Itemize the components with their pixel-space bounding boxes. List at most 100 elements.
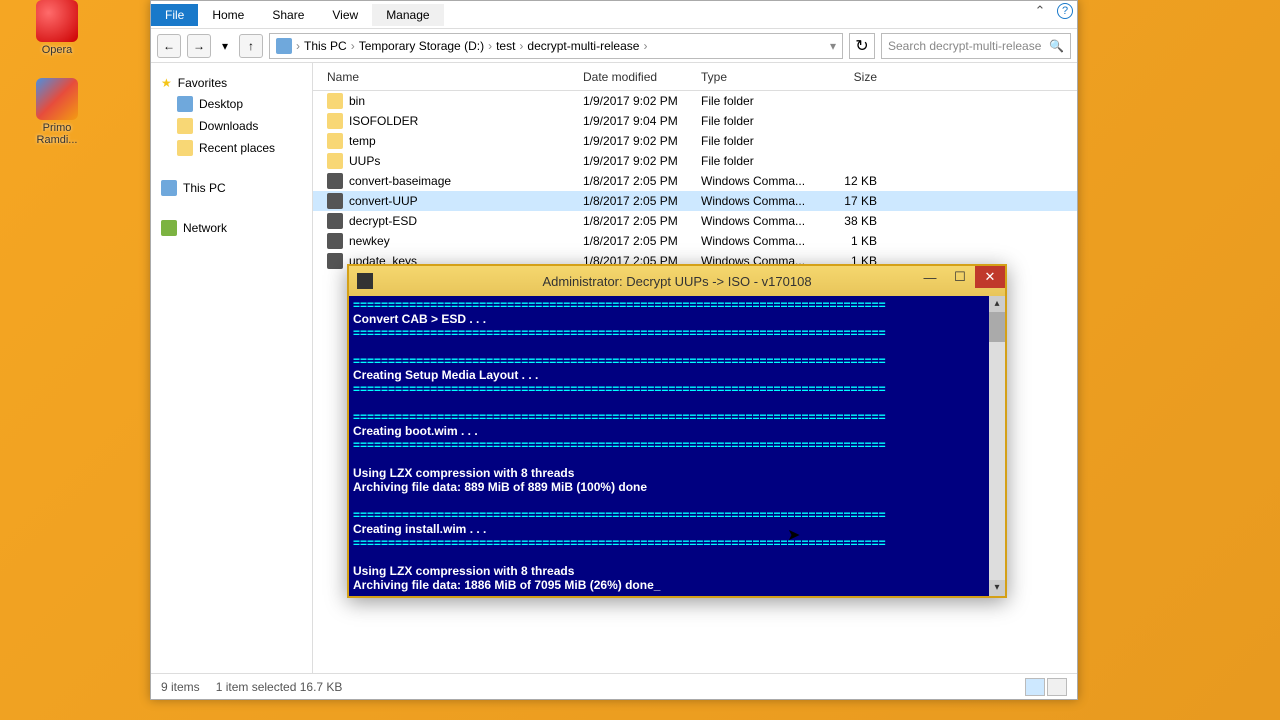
chevron-right-icon: › [296, 39, 300, 53]
breadcrumb-dropdown-icon[interactable]: ▾ [830, 39, 836, 53]
file-name: convert-UUP [349, 194, 418, 208]
back-button[interactable]: ← [157, 34, 181, 58]
ribbon-tabs: File Home Share View Manage ⌃ ? [151, 1, 1077, 29]
tab-share[interactable]: Share [258, 4, 318, 26]
nav-label: Recent places [199, 141, 275, 155]
cmd-body: ========================================… [349, 296, 1005, 596]
folder-icon [327, 113, 343, 129]
breadcrumb-item[interactable]: Temporary Storage (D:) [359, 39, 484, 53]
nav-desktop[interactable]: Desktop [151, 93, 312, 115]
cmd-file-icon [327, 233, 343, 249]
tab-file[interactable]: File [151, 4, 198, 26]
history-dropdown-icon[interactable]: ▾ [217, 34, 233, 58]
cmd-line: ========================================… [353, 298, 1001, 312]
breadcrumb-item[interactable]: This PC [304, 39, 347, 53]
cmd-icon [357, 273, 373, 289]
col-header-date[interactable]: Date modified [583, 70, 701, 84]
col-header-name[interactable]: Name [327, 70, 583, 84]
help-icon[interactable]: ? [1057, 3, 1073, 19]
desktop-icon-label: Opera [22, 44, 92, 56]
minimize-button[interactable]: — [915, 266, 945, 288]
file-row[interactable]: bin1/9/2017 9:02 PMFile folder [313, 91, 1077, 111]
folder-icon [327, 153, 343, 169]
search-input[interactable]: Search decrypt-multi-release 🔍 [881, 33, 1071, 59]
desktop-icon-primo[interactable]: Primo Ramdi... [22, 78, 92, 146]
file-row[interactable]: UUPs1/9/2017 9:02 PMFile folder [313, 151, 1077, 171]
chevron-right-icon: › [643, 39, 647, 53]
pc-icon [161, 180, 177, 196]
file-size: 17 KB [817, 194, 887, 208]
tab-home[interactable]: Home [198, 4, 258, 26]
close-button[interactable]: ✕ [975, 266, 1005, 288]
maximize-button[interactable]: ☐ [945, 266, 975, 288]
file-date: 1/8/2017 2:05 PM [583, 174, 701, 188]
nav-label: Network [183, 221, 227, 235]
file-row[interactable]: convert-baseimage1/8/2017 2:05 PMWindows… [313, 171, 1077, 191]
file-row[interactable]: temp1/9/2017 9:02 PMFile folder [313, 131, 1077, 151]
scroll-up-icon[interactable]: ▴ [989, 296, 1005, 312]
file-row[interactable]: decrypt-ESD1/8/2017 2:05 PMWindows Comma… [313, 211, 1077, 231]
navigation-pane: ★Favorites Desktop Downloads Recent plac… [151, 63, 313, 673]
nav-thispc[interactable]: This PC [151, 177, 312, 199]
nav-network[interactable]: Network [151, 217, 312, 239]
cmd-line: Using LZX compression with 8 threads [353, 466, 1001, 480]
recent-icon [177, 140, 193, 156]
cmd-line: ========================================… [353, 438, 1001, 452]
file-row[interactable]: ISOFOLDER1/9/2017 9:04 PMFile folder [313, 111, 1077, 131]
col-header-type[interactable]: Type [701, 70, 817, 84]
desktop-icon [177, 96, 193, 112]
scroll-thumb[interactable] [989, 312, 1005, 342]
cmd-line: ========================================… [353, 410, 1001, 424]
file-name: temp [349, 134, 376, 148]
file-date: 1/9/2017 9:02 PM [583, 134, 701, 148]
search-placeholder: Search decrypt-multi-release [888, 39, 1041, 53]
file-name: ISOFOLDER [349, 114, 418, 128]
up-button[interactable]: ↑ [239, 34, 263, 58]
cmd-line: Creating install.wim . . . [353, 522, 1001, 536]
downloads-icon [177, 118, 193, 134]
scroll-down-icon[interactable]: ▾ [989, 580, 1005, 596]
file-size: 38 KB [817, 214, 887, 228]
file-type: Windows Comma... [701, 234, 817, 248]
status-selected: 1 item selected 16.7 KB [216, 680, 343, 694]
tab-manage[interactable]: Manage [372, 4, 443, 26]
file-date: 1/8/2017 2:05 PM [583, 194, 701, 208]
breadcrumb-item[interactable]: test [496, 39, 515, 53]
file-row[interactable]: newkey1/8/2017 2:05 PMWindows Comma...1 … [313, 231, 1077, 251]
chevron-right-icon: › [488, 39, 492, 53]
cmd-line: ========================================… [353, 382, 1001, 396]
cmd-titlebar[interactable]: Administrator: Decrypt UUPs -> ISO - v17… [349, 266, 1005, 296]
nav-favorites[interactable]: ★Favorites [151, 73, 312, 93]
cmd-title: Administrator: Decrypt UUPs -> ISO - v17… [542, 274, 811, 289]
cmd-line [353, 452, 1001, 466]
opera-icon [36, 0, 78, 42]
file-row[interactable]: convert-UUP1/8/2017 2:05 PMWindows Comma… [313, 191, 1077, 211]
cmd-line: ========================================… [353, 508, 1001, 522]
file-type: Windows Comma... [701, 214, 817, 228]
cmd-line: Archiving file data: 1886 MiB of 7095 Mi… [353, 578, 1001, 592]
nav-downloads[interactable]: Downloads [151, 115, 312, 137]
view-details-button[interactable] [1025, 678, 1045, 696]
col-header-size[interactable]: Size [817, 70, 887, 84]
cmd-line: ========================================… [353, 536, 1001, 550]
cmd-line: Creating Setup Media Layout . . . [353, 368, 1001, 382]
chevron-up-icon[interactable]: ⌃ [1031, 3, 1049, 19]
folder-icon [327, 133, 343, 149]
desktop-icon-opera[interactable]: Opera [22, 0, 92, 56]
cmd-line: ========================================… [353, 354, 1001, 368]
status-bar: 9 items 1 item selected 16.7 KB [151, 673, 1077, 699]
refresh-button[interactable]: ↻ [849, 33, 875, 59]
breadcrumb-item[interactable]: decrypt-multi-release [527, 39, 639, 53]
view-icons-button[interactable] [1047, 678, 1067, 696]
forward-button[interactable]: → [187, 34, 211, 58]
tab-view[interactable]: View [318, 4, 372, 26]
cmd-file-icon [327, 213, 343, 229]
primo-icon [36, 78, 78, 120]
cmd-line [353, 340, 1001, 354]
nav-recent[interactable]: Recent places [151, 137, 312, 159]
desktop-icon-label: Primo Ramdi... [22, 122, 92, 146]
scrollbar[interactable]: ▴ ▾ [989, 296, 1005, 596]
file-name: newkey [349, 234, 390, 248]
breadcrumb[interactable]: › This PC › Temporary Storage (D:) › tes… [269, 33, 843, 59]
file-size: 1 KB [817, 234, 887, 248]
